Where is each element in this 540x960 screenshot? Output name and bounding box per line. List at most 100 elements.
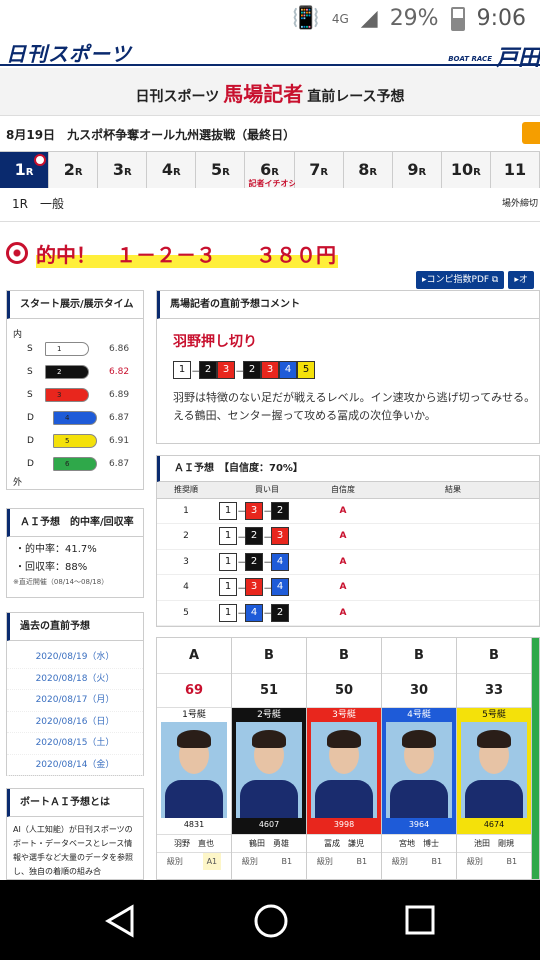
hit-text: 的中！ １－２－３ ３８０円 bbox=[36, 238, 338, 268]
tab-race-7[interactable]: 7R bbox=[294, 152, 344, 188]
tab-num: 2 bbox=[63, 160, 75, 179]
past-date-link[interactable]: 2020/08/19（水） bbox=[7, 647, 143, 669]
racer-boat: 1号艇 bbox=[182, 710, 206, 720]
race-title: 8月19日 九スポ杯争奪オール九州選抜戦（最終日） bbox=[0, 118, 540, 152]
tab-unit: R bbox=[25, 167, 34, 178]
rank-cell: 2 bbox=[157, 523, 215, 550]
ai-pred-title: ＡＩ予想 【自信度：70%】 bbox=[157, 456, 539, 482]
table-row: 1 1 － 3 － 2 A bbox=[157, 498, 539, 524]
boat-number-box: 2 bbox=[271, 603, 289, 622]
exhibit-time: 6.91 bbox=[109, 436, 130, 446]
combo-cell: 1 － 3 － 4 bbox=[215, 574, 319, 601]
table-row: 5 1 － 4 － 2 A bbox=[157, 600, 539, 626]
class-value: A1 bbox=[202, 853, 222, 870]
recent-apps-icon[interactable] bbox=[404, 904, 436, 936]
about-text: AI（人工知能）が日刊スポーツのボート・データベースとレース情報や選手など大量の… bbox=[13, 825, 133, 876]
racer-card[interactable]: B 33 5号艇 4674 池田 剛規 級別 B1 bbox=[457, 638, 532, 879]
boat-number-box: 4 bbox=[271, 552, 289, 571]
tab-race-9[interactable]: 9R bbox=[392, 152, 442, 188]
boat-number-box: 3 bbox=[271, 527, 289, 546]
racer-card[interactable]: B 51 2号艇 4607 鶴田 勇雄 級別 B1 bbox=[232, 638, 307, 879]
racer-class-row: 級別 B1 bbox=[232, 852, 306, 870]
exhibit-row: D 5 6.91 bbox=[27, 431, 137, 451]
battery-icon bbox=[450, 6, 465, 31]
tab-race-10[interactable]: 10R bbox=[441, 152, 491, 188]
exhibit-time: 6.82 bbox=[109, 367, 130, 377]
racer-grade: B bbox=[382, 638, 456, 674]
dash: － bbox=[263, 558, 273, 570]
back-icon[interactable] bbox=[104, 904, 136, 938]
racer-name: 池田 剛規 bbox=[457, 834, 531, 852]
racer-card[interactable]: A 69 1号艇 4831 羽野 直也 級別 A1 bbox=[157, 638, 232, 879]
racer-score: 33 bbox=[457, 674, 531, 708]
boat-number-box: 5 bbox=[297, 361, 315, 379]
hit-rate: ・的中率：41.7% bbox=[15, 544, 97, 555]
outer-label: 外 bbox=[13, 478, 23, 488]
tab-race-6[interactable]: 6R 記者イチオシ bbox=[245, 152, 296, 188]
past-date-link[interactable]: 2020/08/15（土） bbox=[7, 733, 143, 755]
clock: 9:06 bbox=[476, 6, 526, 31]
result-cell bbox=[367, 549, 539, 575]
inner-label: 内 bbox=[13, 330, 23, 340]
combo-cell: 1 － 3 － 2 bbox=[215, 498, 319, 524]
race-name: 九スポ杯争奪オール九州選抜戦（最終日） bbox=[67, 128, 296, 142]
tab-race-2[interactable]: 2R bbox=[49, 152, 99, 188]
compi-pdf-button[interactable]: ▸コンピ指数PDF ⧉ bbox=[416, 271, 505, 289]
exhibit-time: 6.87 bbox=[109, 413, 130, 423]
tab-num: 5 bbox=[211, 160, 223, 179]
class-label: 級別 bbox=[391, 857, 408, 866]
boat-number-box: 3 bbox=[261, 361, 279, 379]
racer-boat: 4号艇 bbox=[407, 710, 431, 720]
exhibit-row: D 4 6.87 bbox=[27, 408, 137, 428]
comment-text-2: える鶴田、センター握って攻める冨成の次位争いか。 bbox=[173, 409, 436, 422]
past-date-link[interactable]: 2020/08/17（月） bbox=[7, 690, 143, 712]
class-value: B1 bbox=[281, 857, 293, 866]
combo-cell: 1 － 2 － 3 bbox=[215, 523, 319, 550]
title-suffix: 直前レース予想 bbox=[307, 89, 405, 105]
racer-id: 4831 bbox=[183, 820, 205, 829]
tab-race-3[interactable]: 3R bbox=[98, 152, 148, 188]
nikkan-logo[interactable]: 日刊スポーツ bbox=[6, 38, 132, 67]
race-info: 1R 一般 場外締切 bbox=[0, 188, 540, 222]
racer-card[interactable]: B 30 4号艇 3964 宮地 博士 級別 B1 bbox=[382, 638, 457, 879]
tab-race-11[interactable]: 11 bbox=[490, 152, 540, 188]
boat-number-box: 2 bbox=[245, 552, 263, 571]
racer-id: 4674 bbox=[483, 820, 505, 829]
lane-type: D bbox=[27, 413, 34, 423]
table-row: 3 1 － 2 － 4 A bbox=[157, 549, 539, 575]
tab-num: 1 bbox=[14, 160, 26, 179]
racer-photo bbox=[386, 722, 452, 818]
boat-number: 4 bbox=[65, 414, 70, 422]
home-icon[interactable] bbox=[252, 902, 290, 940]
tab-unit: R bbox=[473, 167, 481, 178]
boat-number: 1 bbox=[57, 345, 62, 353]
boat-number-box: 1 bbox=[219, 527, 237, 546]
comment-title: 馬場記者の直前予想コメント bbox=[157, 291, 539, 319]
racer-class-row: 級別 B1 bbox=[382, 852, 456, 870]
past-date-link[interactable]: 2020/08/18（火） bbox=[7, 669, 143, 690]
combo-cell: 1 － 2 － 4 bbox=[215, 549, 319, 575]
pick-combo: 1 － 2 3 － 2 3 4 5 bbox=[173, 361, 539, 379]
racer-id: 3964 bbox=[408, 820, 430, 829]
tab-race-8[interactable]: 8R bbox=[343, 152, 393, 188]
racer-card[interactable]: B 50 3号艇 3998 冨成 謙児 級別 B1 bbox=[307, 638, 382, 879]
dash: － bbox=[263, 507, 273, 519]
tab-unit: R bbox=[222, 167, 230, 178]
past-date-link[interactable]: 2020/08/14（金） bbox=[7, 755, 143, 776]
menu-tab-button[interactable] bbox=[522, 122, 540, 144]
tab-race-4[interactable]: 4R bbox=[147, 152, 197, 188]
dash: － bbox=[237, 583, 247, 595]
tab-race-5[interactable]: 5R bbox=[196, 152, 246, 188]
other-button[interactable]: ▸オ bbox=[508, 271, 534, 289]
rank-cell: 3 bbox=[157, 549, 215, 575]
lane-type: D bbox=[27, 459, 34, 469]
boat-icon bbox=[53, 411, 97, 425]
racer-score: 30 bbox=[382, 674, 456, 708]
boat-icon bbox=[45, 365, 89, 379]
conf-cell: A bbox=[319, 498, 367, 524]
boat-number-box: 1 bbox=[219, 578, 237, 597]
tab-race-1[interactable]: 1R bbox=[0, 152, 50, 188]
past-date-link[interactable]: 2020/08/16（日） bbox=[7, 712, 143, 733]
race-date: 8月19日 bbox=[6, 128, 56, 142]
tab-unit: R bbox=[74, 167, 83, 178]
